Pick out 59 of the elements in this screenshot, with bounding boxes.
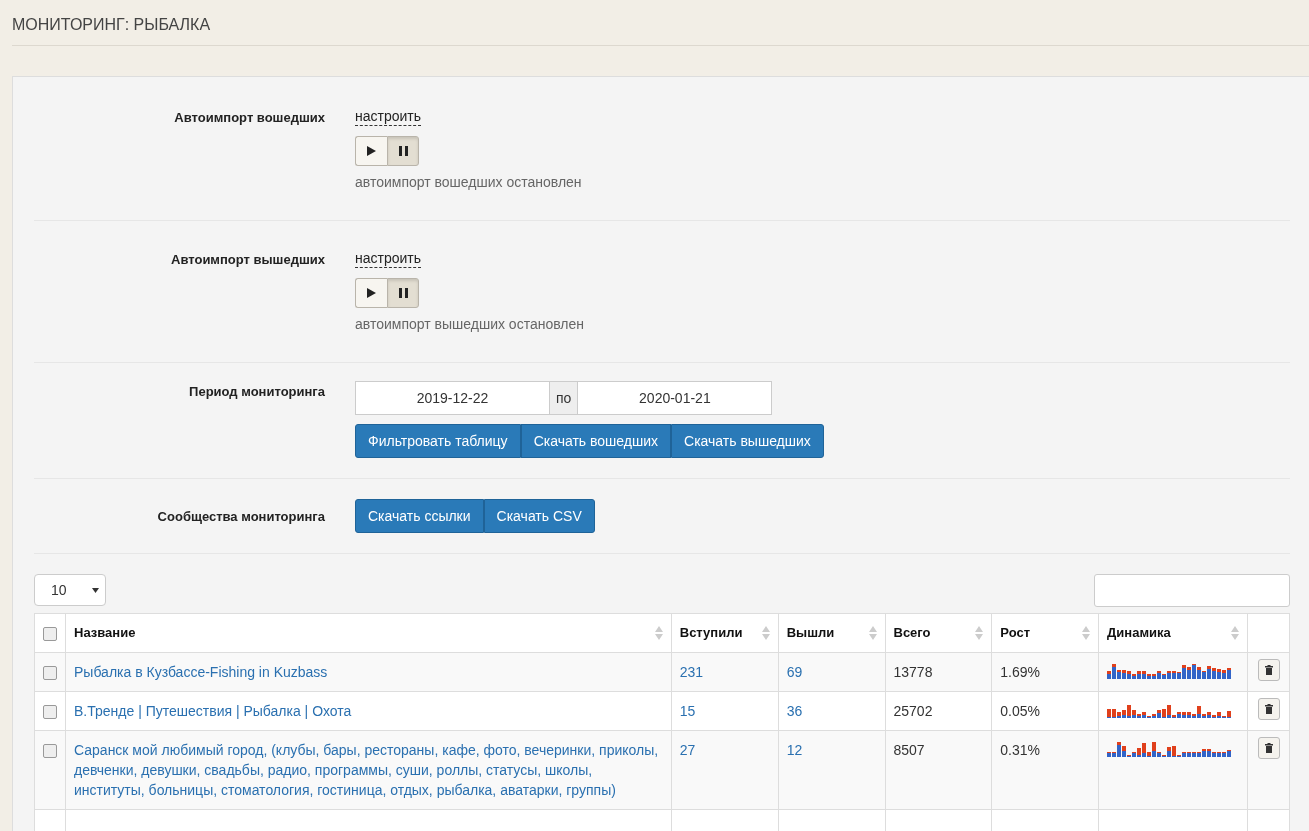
left-count-link[interactable]: 36: [786, 703, 803, 719]
pause-button[interactable]: [387, 136, 419, 166]
download-button[interactable]: Скачать ссылки: [355, 499, 484, 533]
sort-icon[interactable]: [1082, 626, 1091, 640]
sort-icon[interactable]: [654, 626, 663, 640]
joined-count-link[interactable]: 27: [679, 742, 696, 758]
growth-cell: 0.05%: [1000, 703, 1040, 719]
trash-icon: [1264, 665, 1273, 675]
left-count-link[interactable]: 69: [786, 664, 803, 680]
sort-icon[interactable]: [868, 626, 877, 640]
joined-count-link[interactable]: 231: [679, 664, 704, 680]
autoimport-label: Автоимпорт вошедших: [173, 109, 325, 127]
joined-count-link[interactable]: 15: [679, 703, 696, 719]
download-button[interactable]: Скачать CSV: [483, 499, 595, 533]
configure-link[interactable]: настроить: [355, 249, 422, 268]
sort-icon[interactable]: [1231, 626, 1239, 640]
total-cell: 13778: [893, 664, 933, 680]
search-field[interactable]: [1094, 574, 1290, 607]
column-header[interactable]: Всего: [893, 623, 931, 643]
communities-label: Сообщества мониторинга: [156, 508, 325, 526]
date-from-field[interactable]: 2019-12-22: [355, 381, 550, 415]
delete-button[interactable]: [1257, 698, 1280, 720]
period-action-button[interactable]: Скачать вошедших: [520, 424, 671, 458]
left-count-link[interactable]: 12: [786, 742, 803, 758]
sort-icon[interactable]: [975, 626, 984, 640]
autoimport-label: Автоимпорт вышедших: [170, 251, 325, 269]
delete-button[interactable]: [1257, 659, 1280, 681]
row-checkbox[interactable]: [43, 705, 57, 720]
autoimport-status: автоимпорт вышедших остановлен: [355, 316, 585, 332]
autoimport-status: автоимпорт вошедших остановлен: [355, 174, 582, 190]
page-size-select[interactable]: 10: [34, 574, 106, 606]
page-title: МОНИТОРИНГ: РЫБАЛКА: [12, 16, 212, 34]
play-button[interactable]: [355, 136, 387, 166]
delete-button[interactable]: [1257, 737, 1280, 759]
total-cell: 25702: [893, 703, 933, 719]
play-icon: [367, 146, 376, 156]
column-header[interactable]: Рост: [1000, 623, 1030, 643]
configure-link[interactable]: настроить: [355, 107, 422, 126]
sort-icon[interactable]: [761, 626, 770, 640]
trash-icon: [1264, 704, 1273, 714]
column-header[interactable]: Название: [74, 623, 136, 643]
period-action-button[interactable]: Фильтровать таблицу: [355, 424, 521, 458]
pause-icon: [398, 288, 408, 298]
pause-button[interactable]: [387, 278, 419, 308]
growth-cell: 0.31%: [1000, 742, 1040, 758]
date-to-field[interactable]: 2020-01-21: [577, 381, 773, 415]
row-checkbox[interactable]: [43, 744, 57, 759]
caret-icon: [92, 587, 99, 593]
growth-cell: 1.69%: [1000, 664, 1040, 680]
pause-icon: [398, 146, 408, 156]
select-all-checkbox[interactable]: [43, 626, 57, 641]
trash-icon: [1264, 743, 1273, 753]
play-button[interactable]: [355, 278, 387, 308]
period-action-button[interactable]: Скачать вышедших: [671, 424, 824, 458]
period-label: Период мониторинга: [188, 383, 325, 401]
date-separator: по: [550, 381, 578, 415]
total-cell: 8507: [893, 742, 925, 758]
play-icon: [367, 288, 376, 298]
row-checkbox[interactable]: [43, 666, 57, 681]
